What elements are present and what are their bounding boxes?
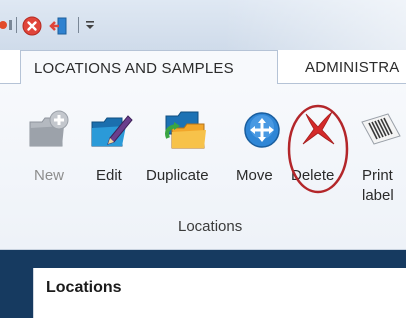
move-label: Move: [236, 167, 273, 184]
new-label: New: [34, 167, 65, 184]
print-label-line2: label: [362, 187, 394, 204]
delete-highlight-circle: [287, 104, 349, 194]
print-label-line1: Print: [362, 167, 393, 184]
print-label-label: Print label: [362, 166, 394, 206]
folder-duplicate-icon: [165, 111, 206, 149]
duplicate-label: Duplicate: [146, 167, 209, 184]
ribbon: New Edit Duplicate Move Delete Print lab…: [0, 83, 406, 250]
folder-edit-icon: [91, 115, 133, 147]
tab-locations-and-samples[interactable]: LOCATIONS AND SAMPLES: [20, 50, 278, 84]
ribbon-group-label: Locations: [178, 218, 243, 235]
locations-panel: Locations: [33, 268, 406, 318]
barcode-icon: [361, 113, 401, 145]
close-icon[interactable]: [22, 16, 42, 36]
tab-administration[interactable]: ADMINISTRA: [305, 50, 406, 84]
customize-toolbar-icon[interactable]: [85, 19, 95, 31]
edit-label: Edit: [96, 167, 122, 184]
move-arrows-icon: [244, 112, 280, 148]
panel-title: Locations: [46, 279, 122, 296]
folder-add-icon: [29, 110, 69, 147]
app-icon[interactable]: [0, 16, 14, 34]
quick-access-toolbar: [0, 0, 406, 50]
exit-icon[interactable]: [49, 16, 69, 36]
